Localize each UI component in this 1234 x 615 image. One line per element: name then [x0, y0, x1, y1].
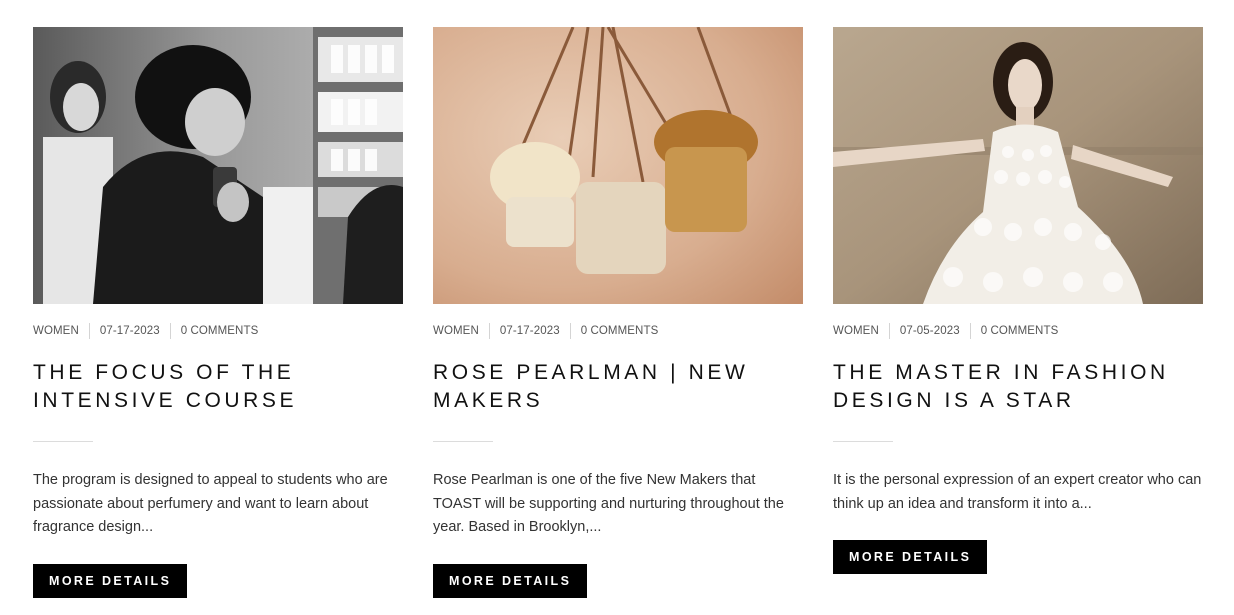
- post-meta: WOMEN 07-17-2023 0 COMMENTS: [33, 323, 403, 339]
- post-comments-link[interactable]: 0 COMMENTS: [171, 323, 269, 339]
- post-title-link[interactable]: THE FOCUS OF THE INTENSIVE COURSE: [33, 359, 403, 415]
- post-meta: WOMEN 07-05-2023 0 COMMENTS: [833, 323, 1203, 339]
- blog-card: WOMEN 07-17-2023 0 COMMENTS ROSE PEARLMA…: [433, 27, 803, 598]
- more-details-button[interactable]: MORE DETAILS: [33, 563, 188, 598]
- post-title-link[interactable]: THE MASTER IN FASHION DESIGN IS A STAR: [833, 359, 1203, 415]
- post-date: 07-17-2023: [499, 325, 560, 337]
- white-dress-model-photo: [833, 27, 1203, 304]
- blog-post-grid: WOMEN 07-17-2023 0 COMMENTS THE FOCUS OF…: [33, 27, 1203, 598]
- blog-card: WOMEN 07-05-2023 0 COMMENTS THE MASTER I…: [833, 27, 1203, 598]
- title-divider: [33, 441, 93, 442]
- perfumery-students-photo: [33, 27, 403, 304]
- post-date: 07-17-2023: [99, 325, 160, 337]
- post-excerpt: Rose Pearlman is one of the five New Mak…: [433, 472, 784, 535]
- post-category-link[interactable]: WOMEN: [833, 323, 889, 339]
- post-image-link[interactable]: [833, 27, 1203, 304]
- more-details-button[interactable]: MORE DETAILS: [433, 563, 588, 598]
- post-title-link[interactable]: ROSE PEARLMAN | NEW MAKERS: [433, 359, 803, 415]
- title-divider: [433, 441, 493, 442]
- more-details-button[interactable]: MORE DETAILS: [833, 540, 988, 574]
- title-divider: [833, 441, 893, 442]
- handmade-bags-photo: [433, 27, 803, 304]
- post-excerpt: It is the personal expression of an expe…: [833, 472, 1202, 512]
- blog-card: WOMEN 07-17-2023 0 COMMENTS THE FOCUS OF…: [33, 27, 403, 598]
- post-meta: WOMEN 07-17-2023 0 COMMENTS: [433, 323, 803, 339]
- post-excerpt: The program is designed to appeal to stu…: [33, 472, 388, 535]
- post-image-link[interactable]: [33, 27, 403, 304]
- post-category-link[interactable]: WOMEN: [433, 323, 489, 339]
- post-category-link[interactable]: WOMEN: [33, 323, 89, 339]
- post-comments-link[interactable]: 0 COMMENTS: [571, 323, 669, 339]
- post-comments-link[interactable]: 0 COMMENTS: [971, 323, 1069, 339]
- post-image-link[interactable]: [433, 27, 803, 304]
- post-date: 07-05-2023: [899, 325, 960, 337]
